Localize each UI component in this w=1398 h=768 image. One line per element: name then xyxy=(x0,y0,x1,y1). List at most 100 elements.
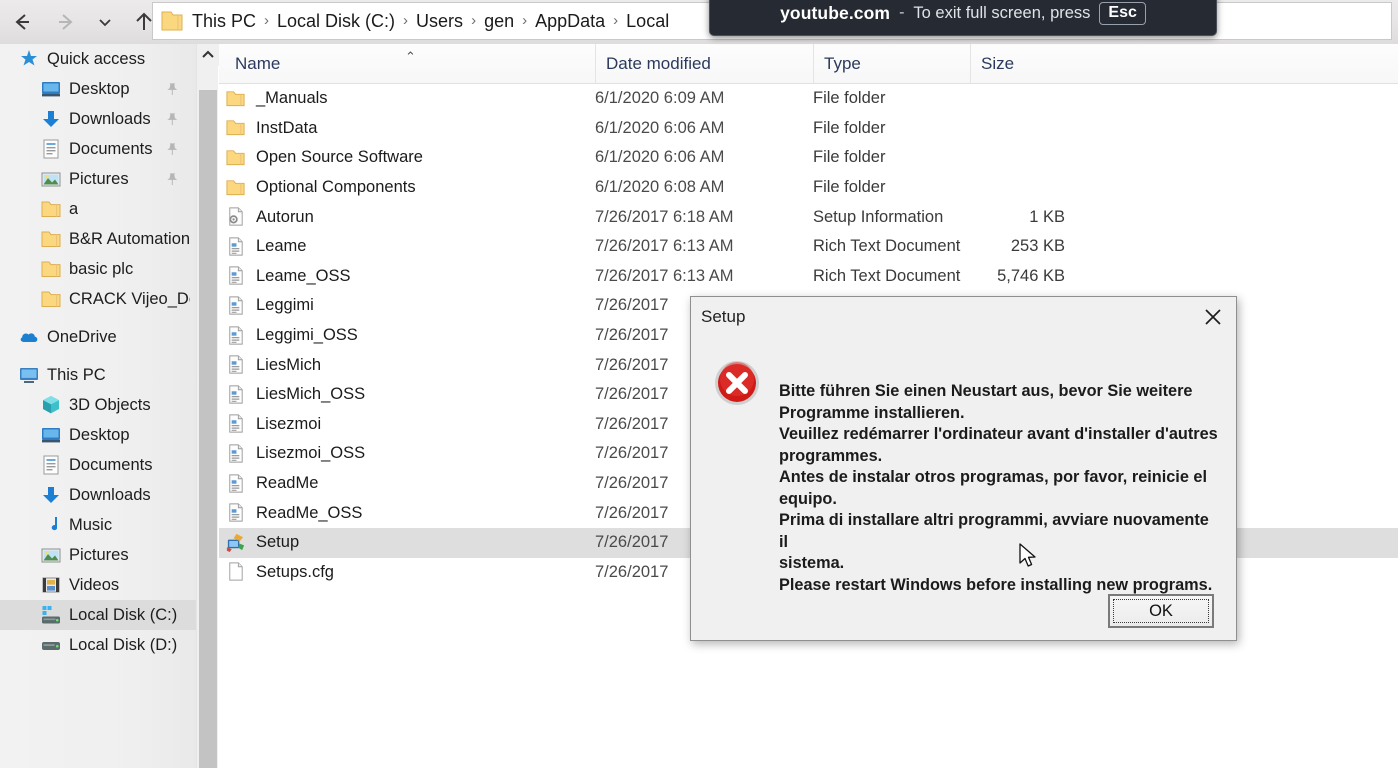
sidebar-item-desktop[interactable]: Desktop xyxy=(0,74,196,104)
column-header-size[interactable]: Size xyxy=(970,44,1130,84)
sidebar-item-pictures[interactable]: Pictures xyxy=(0,540,196,570)
file-date-cell: 7/26/2017 6:18 AM xyxy=(595,207,734,226)
file-type-cell: Setup Information xyxy=(813,207,944,226)
folder-icon xyxy=(40,258,62,280)
table-row[interactable]: Leame 7/26/2017 6:13 AM Rich Text Document… xyxy=(219,232,1398,262)
file-date-cell: 7/26/2017 xyxy=(595,562,669,581)
breadcrumb-separator[interactable]: › xyxy=(466,9,481,33)
toast-dash: - xyxy=(899,4,905,21)
sidebar-item-label: Desktop xyxy=(69,425,130,444)
file-name-label: ReadMe_OSS xyxy=(256,503,363,522)
sidebar-item-label: B&R Automation xyxy=(69,229,190,248)
back-button[interactable] xyxy=(0,0,44,44)
forward-button[interactable] xyxy=(44,0,88,44)
table-row[interactable]: Leame_OSS 7/26/2017 6:13 AM Rich Text Docu… xyxy=(219,262,1398,292)
breadcrumb-separator[interactable]: › xyxy=(517,9,532,33)
breadcrumb-item-2[interactable]: Users xyxy=(413,9,466,33)
scroll-up-arrow-icon[interactable] xyxy=(197,44,219,66)
dialog-message-line: equipo. xyxy=(779,489,837,508)
file-name-cell: LiesMich xyxy=(225,354,321,376)
file-name-label: _Manuals xyxy=(256,89,328,108)
download-icon xyxy=(40,108,62,130)
desktop-icon xyxy=(40,78,62,100)
sidebar-item-local-disk-c[interactable]: Local Disk (C:) xyxy=(0,600,196,630)
table-row[interactable]: Autorun 7/26/2017 6:18 AM Setup Informatio… xyxy=(219,202,1398,232)
sidebar-item-documents[interactable]: Documents xyxy=(0,450,196,480)
dialog-message-line: Programme installieren. xyxy=(779,403,965,422)
file-name-cell: _Manuals xyxy=(225,88,328,110)
dialog-title: Setup xyxy=(701,307,746,326)
sidebar-item-pictures[interactable]: Pictures xyxy=(0,164,196,194)
column-header-label: Name xyxy=(235,54,281,73)
breadcrumb-item-3[interactable]: gen xyxy=(481,9,517,33)
sidebar-item-b-r-automation[interactable]: B&R Automation xyxy=(0,224,196,254)
dialog-message-line: Veuillez redémarrer l'ordinateur avant d… xyxy=(779,425,1218,443)
file-size-cell: 5,746 KB xyxy=(997,266,1065,285)
sidebar-item-a[interactable]: a xyxy=(0,194,196,224)
file-date-cell: 7/26/2017 xyxy=(595,326,669,345)
sidebar-item-documents[interactable]: Documents xyxy=(0,134,196,164)
scrollbar-thumb[interactable] xyxy=(199,90,217,768)
file-name-cell: Leggimi xyxy=(225,295,314,317)
sidebar-item-label: Documents xyxy=(69,139,153,158)
sidebar-item-label: a xyxy=(69,199,79,218)
ok-button[interactable]: OK xyxy=(1108,594,1214,628)
sidebar-item-this-pc[interactable]: This PC xyxy=(0,360,196,390)
breadcrumb-item-5[interactable]: Local xyxy=(623,9,672,33)
navigation-pane-scrollbar[interactable] xyxy=(196,44,219,768)
column-header-type[interactable]: Type xyxy=(813,44,970,84)
sidebar-item-crack-vijeo-de[interactable]: CRACK Vijeo_De xyxy=(0,284,196,314)
breadcrumb-separator[interactable]: › xyxy=(608,9,623,33)
dialog-message-line: Bitte führen Sie einen Neustart aus, bev… xyxy=(779,382,1193,400)
navigation-pane[interactable]: Quick access Desktop Downloads Documents Pic… xyxy=(0,44,196,768)
breadcrumb-separator[interactable]: › xyxy=(398,9,413,33)
file-type-cell: File folder xyxy=(813,148,886,167)
file-name-label: Lisezmoi xyxy=(256,414,322,433)
sidebar-item-quick-access[interactable]: Quick access xyxy=(0,44,196,74)
breadcrumb-separator[interactable]: › xyxy=(259,9,274,33)
sidebar-item-label: Documents xyxy=(69,455,153,474)
sidebar-item-desktop[interactable]: Desktop xyxy=(0,420,196,450)
breadcrumb-item-1[interactable]: Local Disk (C:) xyxy=(274,9,398,33)
close-icon[interactable] xyxy=(1190,298,1236,336)
sidebar-item-basic-plc[interactable]: basic plc xyxy=(0,254,196,284)
sidebar-item-label: Local Disk (D:) xyxy=(69,635,178,654)
file-name-label: Lisezmoi_OSS xyxy=(256,444,366,463)
table-row[interactable]: _Manuals 6/1/2020 6:09 AM File folder xyxy=(219,84,1398,114)
file-name-cell: Leame_OSS xyxy=(225,265,350,287)
file-name-label: ReadMe xyxy=(256,474,319,493)
column-header-name[interactable]: Name ⌃ xyxy=(225,44,595,84)
file-date-cell: 7/26/2017 xyxy=(595,474,669,493)
sidebar-item-3d-objects[interactable]: 3D Objects xyxy=(0,390,196,420)
column-header-date-modified[interactable]: Date modified xyxy=(595,44,813,84)
file-name-cell: Setup xyxy=(225,532,299,554)
toast-message: To exit full screen, press xyxy=(913,3,1091,22)
breadcrumb-item-0[interactable]: This PC xyxy=(189,9,259,33)
recent-locations-chevron-down-icon[interactable] xyxy=(88,0,122,44)
column-header-row: Name ⌃ Date modified Type Size xyxy=(219,44,1398,84)
file-size-cell: 253 KB xyxy=(1010,237,1065,256)
pin-icon xyxy=(161,168,183,190)
sidebar-item-videos[interactable]: Videos xyxy=(0,570,196,600)
sidebar-item-downloads[interactable]: Downloads xyxy=(0,480,196,510)
documents-icon xyxy=(40,454,62,476)
file-name-label: Leggimi_OSS xyxy=(256,326,358,345)
sidebar-item-music[interactable]: Music xyxy=(0,510,196,540)
table-row[interactable]: Open Source Software 6/1/2020 6:06 AM File… xyxy=(219,143,1398,173)
file-name-label: Optional Components xyxy=(256,178,416,197)
table-row[interactable]: Optional Components 6/1/2020 6:08 AM File … xyxy=(219,173,1398,203)
dialog-body: Bitte führen Sie einen Neustart aus, bev… xyxy=(691,337,1236,596)
sidebar-item-onedrive[interactable]: OneDrive xyxy=(0,322,196,352)
rtf-file-icon xyxy=(225,295,247,317)
sidebar-item-local-disk-d[interactable]: Local Disk (D:) xyxy=(0,630,196,660)
folder-icon xyxy=(40,198,62,220)
rtf-file-icon xyxy=(225,502,247,524)
sidebar-item-downloads[interactable]: Downloads xyxy=(0,104,196,134)
breadcrumb-item-4[interactable]: AppData xyxy=(532,9,608,33)
rtf-file-icon xyxy=(225,443,247,465)
3dobjects-icon xyxy=(40,394,62,416)
column-header-label: Date modified xyxy=(606,54,711,73)
table-row[interactable]: InstData 6/1/2020 6:06 AM File folder xyxy=(219,114,1398,144)
sort-ascending-icon: ⌃ xyxy=(405,49,416,64)
fullscreen-notification: youtube.com - To exit full screen, press… xyxy=(709,0,1217,36)
